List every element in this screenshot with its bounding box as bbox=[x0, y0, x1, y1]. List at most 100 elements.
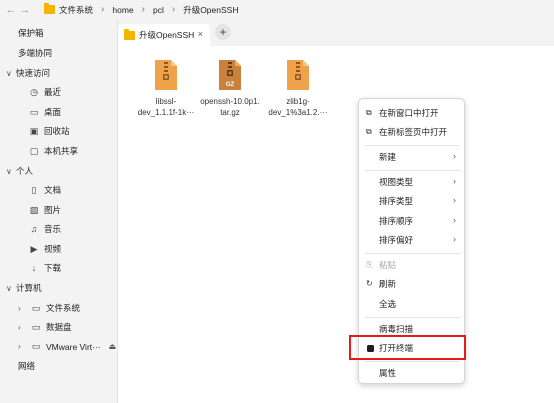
title-bar: ← → 文件系统 › home › pcl › 升级OpenSSH bbox=[0, 0, 554, 19]
sidebar-item-vmware[interactable]: › ▭ VMware Virt··· ⏏ bbox=[18, 341, 116, 352]
sidebar-item-filesystem[interactable]: › ▭ 文件系统 bbox=[18, 302, 80, 314]
sidebar-item-label: 个人 bbox=[16, 166, 34, 176]
archive-file-icon: GZ bbox=[217, 58, 243, 92]
menu-item-open-new-tab[interactable]: ⧉ 在新标签页中打开 bbox=[359, 123, 464, 141]
sidebar-item-network[interactable]: 网络 bbox=[18, 360, 35, 372]
highlight-box bbox=[349, 335, 466, 360]
new-tab-button[interactable]: + bbox=[215, 24, 231, 40]
desktop-icon: ▭ bbox=[29, 106, 39, 117]
sidebar-item-label: 图片 bbox=[44, 205, 62, 215]
file-item[interactable]: GZ openssh-10.0p1. tar.gz bbox=[198, 58, 262, 118]
sidebar-section-personal[interactable]: ∨ 个人 bbox=[6, 165, 33, 177]
chevron-right-icon[interactable]: › bbox=[18, 342, 28, 351]
chevron-right-icon[interactable]: › bbox=[18, 323, 28, 332]
sidebar-item-data-disk[interactable]: › ▭ 数据盘 bbox=[18, 321, 72, 333]
menu-item-view-type[interactable]: 视图类型 › bbox=[359, 173, 464, 191]
download-icon: ↓ bbox=[31, 263, 37, 273]
sidebar-item-label: 计算机 bbox=[16, 283, 42, 293]
chevron-right-icon: › bbox=[453, 195, 456, 205]
sidebar-item-music[interactable]: ♫ 音乐 bbox=[26, 223, 61, 235]
breadcrumb-filesystem[interactable]: 文件系统 bbox=[44, 3, 94, 16]
video-icon: ▶ bbox=[30, 243, 38, 254]
menu-item-sort-type[interactable]: 排序类型 › bbox=[359, 192, 464, 210]
drive-icon: ▭ bbox=[31, 321, 41, 332]
menu-item-new[interactable]: 新建 › bbox=[359, 148, 464, 166]
sidebar-item-documents[interactable]: ▯ 文档 bbox=[26, 184, 62, 196]
trash-icon: ▣ bbox=[29, 125, 39, 136]
menu-item-label: 全选 bbox=[379, 299, 397, 309]
menu-item-label: 病毒扫描 bbox=[379, 324, 414, 334]
sidebar-item-recent[interactable]: ◷ 最近 bbox=[26, 86, 61, 98]
file-name-line: tar.gz bbox=[220, 108, 240, 117]
chevron-down-icon: ∨ bbox=[6, 283, 12, 293]
file-name: openssh-10.0p1. tar.gz bbox=[198, 96, 262, 118]
breadcrumb-home[interactable]: home bbox=[112, 5, 133, 15]
sidebar-section-quick-access[interactable]: ∨ 快速访问 bbox=[6, 67, 50, 79]
file-item[interactable]: zlib1g- dev_1%3a1.2.··· bbox=[266, 58, 330, 118]
sidebar-item-local-share[interactable]: ▢ 本机共享 bbox=[26, 145, 78, 157]
sidebar-item-multi-device[interactable]: 多端协同 bbox=[18, 47, 52, 59]
new-tab-icon: ⧉ bbox=[366, 127, 372, 136]
sidebar-item-label: 音乐 bbox=[44, 224, 62, 234]
menu-item-refresh[interactable]: ↻ 刷新 bbox=[359, 275, 464, 293]
chevron-right-icon: › bbox=[453, 234, 456, 244]
menu-divider bbox=[365, 170, 460, 171]
eject-icon[interactable]: ⏏ bbox=[108, 342, 116, 351]
sidebar-item-desktop[interactable]: ▭ 桌面 bbox=[26, 106, 61, 118]
sidebar-item-label: 保护箱 bbox=[18, 28, 44, 38]
sidebar-item-label: 视频 bbox=[44, 244, 62, 254]
close-icon[interactable]: × bbox=[198, 29, 203, 39]
breadcrumb-label: 文件系统 bbox=[59, 4, 94, 15]
new-window-icon: ⧉ bbox=[366, 108, 372, 117]
tab-label: 升级OpenSSH bbox=[139, 30, 195, 40]
file-name-line: zlib1g- bbox=[286, 97, 310, 106]
file-name-line: dev_1.1.1f-1k··· bbox=[137, 108, 195, 117]
forward-icon[interactable]: → bbox=[18, 4, 32, 16]
archive-file-icon bbox=[153, 58, 179, 92]
file-view[interactable]: libssl- dev_1.1.1f-1k··· GZ openssh-10.0… bbox=[118, 46, 554, 403]
archive-file-icon bbox=[285, 58, 311, 92]
menu-item-label: 粘贴 bbox=[379, 260, 397, 270]
menu-divider bbox=[365, 253, 460, 254]
file-item[interactable]: libssl- dev_1.1.1f-1k··· bbox=[134, 58, 198, 118]
breadcrumb-separator: › bbox=[171, 4, 176, 15]
chevron-right-icon[interactable]: › bbox=[18, 304, 28, 313]
sidebar-item-label: 最近 bbox=[44, 87, 62, 97]
tab-bar: 升级OpenSSH × + bbox=[118, 19, 554, 46]
menu-divider bbox=[365, 317, 460, 318]
sidebar-section-computer[interactable]: ∨ 计算机 bbox=[6, 282, 42, 294]
file-name-line: openssh-10.0p1. bbox=[200, 97, 260, 106]
breadcrumb-pcl[interactable]: pcl bbox=[153, 5, 164, 15]
file-type-badge: GZ bbox=[225, 82, 235, 88]
sidebar-item-label: VMware Virt··· bbox=[46, 341, 101, 352]
document-icon: ▯ bbox=[31, 184, 37, 195]
sidebar: 保护箱 多端协同 ∨ 快速访问 ◷ 最近 ▭ 桌面 ▣ 回收站 ▢ 本机共享 ∨… bbox=[0, 19, 118, 403]
sidebar-item-videos[interactable]: ▶ 视频 bbox=[26, 243, 61, 255]
menu-item-label: 排序偏好 bbox=[379, 235, 414, 245]
sidebar-item-vault[interactable]: 保护箱 bbox=[18, 27, 44, 39]
file-name: libssl- dev_1.1.1f-1k··· bbox=[134, 96, 198, 118]
sidebar-item-pictures[interactable]: ▨ 图片 bbox=[26, 204, 61, 216]
menu-item-properties[interactable]: 属性 bbox=[359, 364, 464, 382]
menu-divider bbox=[365, 361, 460, 362]
share-icon: ▢ bbox=[29, 145, 39, 156]
sidebar-item-label: 快速访问 bbox=[16, 68, 51, 78]
sidebar-item-label: 回收站 bbox=[44, 126, 70, 136]
chevron-down-icon: ∨ bbox=[6, 68, 12, 78]
sidebar-item-trash[interactable]: ▣ 回收站 bbox=[26, 125, 70, 137]
menu-item-select-all[interactable]: 全选 bbox=[359, 295, 464, 313]
menu-item-sort-order[interactable]: 排序顺序 › bbox=[359, 212, 464, 230]
breadcrumb-current[interactable]: 升级OpenSSH bbox=[183, 4, 238, 16]
sidebar-item-downloads[interactable]: ↓ 下载 bbox=[26, 262, 61, 274]
paste-icon: ⎘ bbox=[366, 260, 373, 269]
menu-item-paste[interactable]: ⎘ 粘贴 bbox=[359, 256, 464, 274]
menu-divider bbox=[365, 145, 460, 146]
back-icon[interactable]: ← bbox=[4, 4, 18, 16]
menu-item-open-new-window[interactable]: ⧉ 在新窗口中打开 bbox=[359, 104, 464, 122]
menu-item-sort-preference[interactable]: 排序偏好 › bbox=[359, 231, 464, 249]
chevron-down-icon: ∨ bbox=[6, 166, 12, 176]
tab-current-folder[interactable]: 升级OpenSSH × bbox=[118, 24, 210, 46]
chevron-right-icon: › bbox=[453, 176, 456, 186]
file-name: zlib1g- dev_1%3a1.2.··· bbox=[266, 96, 330, 118]
sidebar-item-label: 多端协同 bbox=[18, 48, 53, 58]
